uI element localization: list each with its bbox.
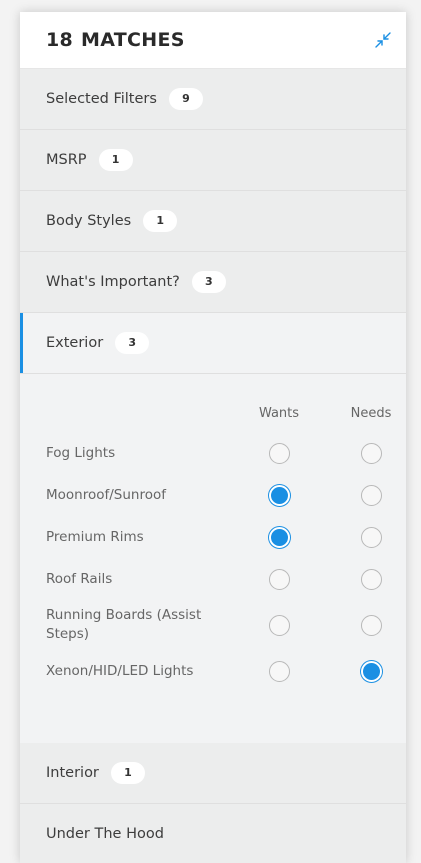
needs-radio[interactable]	[361, 614, 382, 636]
option-label: Running Boards (Assist Steps)	[46, 607, 202, 642]
collapse-arrows-icon[interactable]	[370, 27, 396, 53]
exterior-options: Wants Needs Fog Lights Moonroof/Sunroof …	[20, 374, 406, 743]
option-row-roof-rails: Roof Rails	[20, 558, 406, 600]
section-label: What's Important?	[46, 274, 180, 290]
needs-radio[interactable]	[361, 568, 382, 590]
needs-radio[interactable]	[361, 484, 382, 506]
option-row-fog-lights: Fog Lights	[20, 432, 406, 474]
section-selected-filters[interactable]: Selected Filters 9	[20, 69, 406, 130]
needs-radio[interactable]	[361, 660, 382, 682]
section-label: Exterior	[46, 335, 104, 351]
section-label: Under The Hood	[46, 826, 164, 842]
option-row-xenon-lights: Xenon/HID/LED Lights	[20, 650, 406, 692]
section-body-styles[interactable]: Body Styles 1	[20, 191, 406, 252]
option-label: Premium Rims	[46, 528, 144, 545]
section-label: Interior	[46, 765, 99, 781]
option-label: Roof Rails	[46, 570, 113, 587]
count-badge: 3	[115, 332, 150, 354]
section-msrp[interactable]: MSRP 1	[20, 130, 406, 191]
option-label: Moonroof/Sunroof	[46, 486, 167, 503]
wants-radio[interactable]	[269, 484, 290, 506]
column-header-needs: Needs	[350, 406, 392, 421]
needs-radio[interactable]	[361, 442, 382, 464]
option-row-moonroof: Moonroof/Sunroof	[20, 474, 406, 516]
section-label: Body Styles	[46, 213, 132, 229]
needs-radio[interactable]	[361, 526, 382, 548]
option-label: Xenon/HID/LED Lights	[46, 662, 194, 679]
count-badge: 3	[191, 271, 226, 293]
section-under-the-hood[interactable]: Under The Hood	[20, 804, 406, 863]
matches-number: 18	[46, 29, 74, 51]
count-badge: 1	[98, 149, 133, 171]
panel-header: 18 MATCHES	[20, 12, 406, 69]
wants-radio[interactable]	[269, 614, 290, 636]
option-label: Fog Lights	[46, 444, 116, 461]
wants-radio[interactable]	[269, 568, 290, 590]
wants-radio[interactable]	[269, 442, 290, 464]
filter-panel: 18 MATCHES Selected Filters 9 MSRP 1 Bod…	[20, 12, 406, 863]
count-badge: 9	[168, 88, 203, 110]
section-interior[interactable]: Interior 1	[20, 743, 406, 804]
section-whats-important[interactable]: What's Important? 3	[20, 252, 406, 313]
option-row-running-boards: Running Boards (Assist Steps)	[20, 600, 406, 650]
column-header-wants: Wants	[258, 406, 300, 421]
matches-label: MATCHES	[81, 29, 185, 51]
section-label: MSRP	[46, 152, 87, 168]
matches-count: 18 MATCHES	[46, 29, 185, 51]
option-row-premium-rims: Premium Rims	[20, 516, 406, 558]
section-exterior[interactable]: Exterior 3	[20, 313, 406, 374]
section-label: Selected Filters	[46, 91, 157, 107]
count-badge: 1	[110, 762, 145, 784]
column-headers: Wants Needs	[20, 402, 406, 432]
wants-radio[interactable]	[269, 526, 290, 548]
wants-radio[interactable]	[269, 660, 290, 682]
count-badge: 1	[143, 210, 178, 232]
